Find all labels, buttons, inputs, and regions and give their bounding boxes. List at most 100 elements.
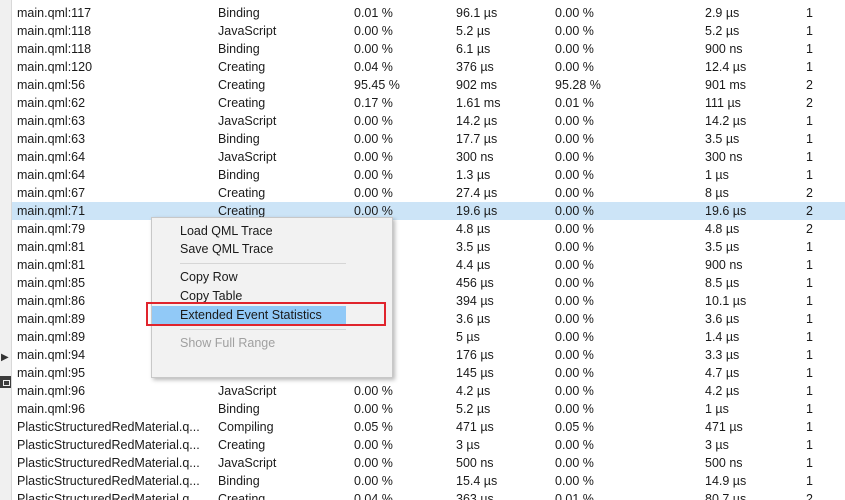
location-cell: main.qml:96 [17, 384, 86, 398]
mean-time-cell: 12.4 µs [705, 60, 747, 74]
calls-cell: 1 [806, 6, 813, 20]
table-row[interactable]: main.qml:81 3.5 µs 0.00 % 3.5 µs 1 [12, 238, 845, 256]
time-percent-cell: 0.01 % [354, 6, 393, 20]
location-cell: main.qml:64 [17, 150, 86, 164]
time-percent-cell: 0.05 % [354, 420, 393, 434]
self-percent-cell: 0.00 % [555, 258, 594, 272]
calls-cell: 1 [806, 438, 813, 452]
type-cell: JavaScript [218, 384, 277, 398]
table-row[interactable]: PlasticStructuredRedMaterial.q... Creatin… [12, 490, 845, 500]
total-time-cell: 96.1 µs [456, 6, 498, 20]
table-row[interactable]: main.qml:64 Binding 0.00 % 1.3 µs 0.00 % 1 µs… [12, 166, 845, 184]
type-cell: Compiling [218, 420, 274, 434]
time-percent-cell: 0.00 % [354, 168, 393, 182]
save-qml-trace-menu-item[interactable]: Save QML Trace [152, 240, 392, 258]
self-percent-cell: 0.00 % [555, 150, 594, 164]
location-cell: main.qml:62 [17, 96, 86, 110]
type-cell: Creating [218, 438, 266, 452]
type-cell: Binding [218, 42, 260, 56]
self-percent-cell: 0.00 % [555, 312, 594, 326]
total-time-cell: 14.2 µs [456, 114, 498, 128]
total-time-cell: 4.2 µs [456, 384, 491, 398]
total-time-cell: 5 µs [456, 330, 480, 344]
calls-cell: 2 [806, 186, 813, 200]
table-row[interactable]: main.qml:117 Binding 0.01 % 96.1 µs 0.00 % 2.… [12, 4, 845, 22]
calls-cell: 1 [806, 240, 813, 254]
calls-cell: 1 [806, 420, 813, 434]
chevron-right-icon[interactable]: ▶ [1, 352, 11, 364]
time-percent-cell: 0.00 % [354, 42, 393, 56]
table-row[interactable]: main.qml:85 456 µs 0.00 % 8.5 µs 1 [12, 274, 845, 292]
load-qml-trace-menu-item[interactable]: Load QML Trace [152, 222, 392, 240]
type-cell: Binding [218, 474, 260, 488]
table-row[interactable]: main.qml:56 Creating 95.45 % 902 ms 95.28 % 9… [12, 76, 845, 94]
table-row[interactable]: main.qml:71 Creating 0.00 % 19.6 µs 0.00 % 19… [12, 202, 845, 220]
total-time-cell: 1.3 µs [456, 168, 491, 182]
table-row[interactable]: PlasticStructuredRedMaterial.q... Creatin… [12, 436, 845, 454]
table-row[interactable]: PlasticStructuredRedMaterial.q... JavaScr… [12, 454, 845, 472]
type-cell: Creating [218, 186, 266, 200]
location-cell: PlasticStructuredRedMaterial.q... [17, 438, 200, 452]
table-row[interactable]: main.qml:96 JavaScript 0.00 % 4.2 µs 0.00 % 4… [12, 382, 845, 400]
table-row[interactable]: main.qml:94 176 µs 0.00 % 3.3 µs 1 [12, 346, 845, 364]
table-row[interactable]: main.qml:67 Creating 0.00 % 27.4 µs 0.00 % 8 … [12, 184, 845, 202]
table-row[interactable]: main.qml:63 JavaScript 0.00 % 14.2 µs 0.00 %… [12, 112, 845, 130]
location-cell: main.qml:63 [17, 114, 86, 128]
statistics-table: main.qml:117 Binding 0.01 % 96.1 µs 0.00 % 2.… [12, 4, 845, 500]
time-percent-cell: 0.00 % [354, 438, 393, 452]
total-time-cell: 363 µs [456, 492, 494, 500]
copy-table-menu-item[interactable]: Copy Table [152, 287, 392, 305]
table-row[interactable]: main.qml:118 Binding 0.00 % 6.1 µs 0.00 % 900… [12, 40, 845, 58]
table-row[interactable]: main.qml:63 Binding 0.00 % 17.7 µs 0.00 % 3.5… [12, 130, 845, 148]
calls-cell: 1 [806, 132, 813, 146]
mean-time-cell: 1.4 µs [705, 330, 740, 344]
self-percent-cell: 0.00 % [555, 222, 594, 236]
location-cell: main.qml:96 [17, 402, 86, 416]
type-cell: Binding [218, 168, 260, 182]
type-cell: JavaScript [218, 114, 277, 128]
calls-cell: 1 [806, 348, 813, 362]
table-row[interactable]: main.qml:79 4.8 µs 0.00 % 4.8 µs 2 [12, 220, 845, 238]
mean-time-cell: 14.2 µs [705, 114, 747, 128]
panel-icon[interactable] [0, 376, 11, 388]
table-row[interactable]: main.qml:62 Creating 0.17 % 1.61 ms 0.01 % 11… [12, 94, 845, 112]
extended-event-statistics-menu-item[interactable]: Extended Event Statistics [152, 306, 346, 324]
calls-cell: 1 [806, 312, 813, 326]
table-row[interactable]: main.qml:120 Creating 0.04 % 376 µs 0.00 % 12… [12, 58, 845, 76]
mean-time-cell: 80.7 µs [705, 492, 747, 500]
table-row[interactable]: main.qml:89 5 µs 0.00 % 1.4 µs 1 [12, 328, 845, 346]
calls-cell: 2 [806, 78, 813, 92]
time-percent-cell: 0.00 % [354, 384, 393, 398]
calls-cell: 1 [806, 168, 813, 182]
self-percent-cell: 0.00 % [555, 366, 594, 380]
table-row[interactable]: main.qml:86 394 µs 0.00 % 10.1 µs 1 [12, 292, 845, 310]
location-cell: main.qml:63 [17, 132, 86, 146]
self-percent-cell: 0.00 % [555, 6, 594, 20]
self-percent-cell: 0.00 % [555, 384, 594, 398]
time-percent-cell: 0.00 % [354, 474, 393, 488]
copy-row-menu-item[interactable]: Copy Row [152, 268, 392, 286]
total-time-cell: 27.4 µs [456, 186, 498, 200]
type-cell: JavaScript [218, 456, 277, 470]
location-cell: main.qml:118 [17, 24, 92, 38]
self-percent-cell: 0.00 % [555, 348, 594, 362]
time-percent-cell: 0.00 % [354, 132, 393, 146]
time-percent-cell: 0.00 % [354, 150, 393, 164]
self-percent-cell: 0.01 % [555, 492, 594, 500]
table-row[interactable]: main.qml:89 3.6 µs 0.00 % 3.6 µs 1 [12, 310, 845, 328]
mean-time-cell: 111 µs [705, 96, 741, 110]
table-row[interactable]: main.qml:95 145 µs 0.00 % 4.7 µs 1 [12, 364, 845, 382]
calls-cell: 1 [806, 60, 813, 74]
table-row[interactable]: PlasticStructuredRedMaterial.q... Compili… [12, 418, 845, 436]
self-percent-cell: 95.28 % [555, 78, 601, 92]
total-time-cell: 145 µs [456, 366, 494, 380]
table-row[interactable]: main.qml:96 Binding 0.00 % 5.2 µs 0.00 % 1 µs… [12, 400, 845, 418]
mean-time-cell: 2.9 µs [705, 6, 740, 20]
table-row[interactable]: PlasticStructuredRedMaterial.q... Binding… [12, 472, 845, 490]
table-row[interactable]: main.qml:118 JavaScript 0.00 % 5.2 µs 0.00 %… [12, 22, 845, 40]
total-time-cell: 4.4 µs [456, 258, 491, 272]
total-time-cell: 376 µs [456, 60, 494, 74]
type-cell: Creating [218, 492, 266, 500]
table-row[interactable]: main.qml:81 4.4 µs 0.00 % 900 ns 1 [12, 256, 845, 274]
table-row[interactable]: main.qml:64 JavaScript 0.00 % 300 ns 0.00 % 3… [12, 148, 845, 166]
